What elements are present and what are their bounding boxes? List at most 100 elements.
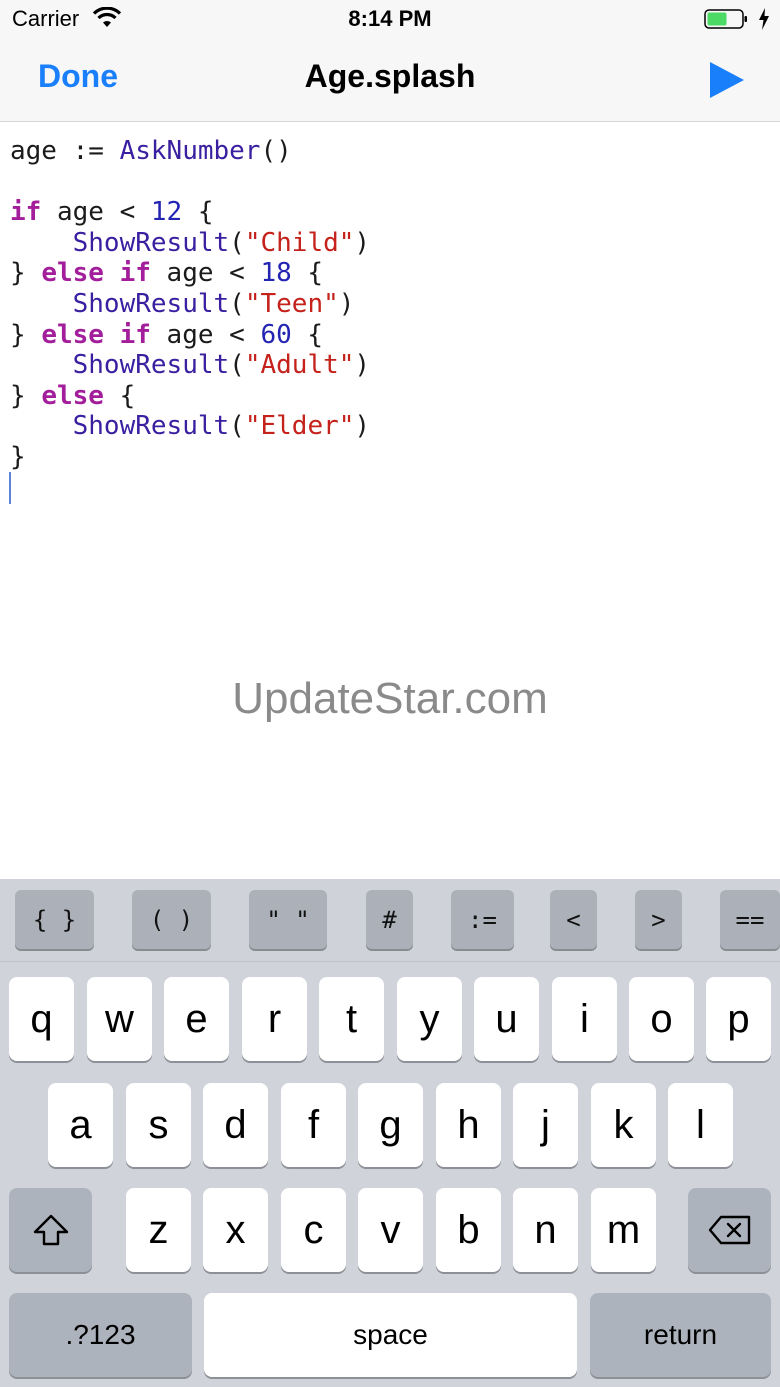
code-token: AskNumber: [119, 136, 261, 166]
key-z[interactable]: z: [126, 1188, 191, 1272]
code-token: }: [10, 319, 42, 350]
text-cursor: [9, 472, 11, 504]
key-y[interactable]: y: [397, 977, 462, 1061]
code-token: (: [229, 288, 245, 319]
code-token: (: [229, 411, 245, 442]
code-token: ): [354, 350, 371, 381]
accessory-key-quotes[interactable]: " ": [249, 890, 327, 949]
key-k[interactable]: k: [591, 1083, 656, 1167]
code-line: } else if age < 60 {: [10, 320, 370, 351]
key-g[interactable]: g: [358, 1083, 423, 1167]
keyboard: { } ( ) " " # := < > == q w e r t y u i …: [0, 879, 780, 1387]
accessory-key-hash[interactable]: #: [366, 890, 413, 949]
code-token: if: [10, 197, 42, 228]
numbers-key[interactable]: .?123: [9, 1293, 192, 1377]
code-token: }: [10, 441, 26, 472]
code-token: "Teen": [244, 288, 339, 319]
code-text[interactable]: age := AskNumber() if age < 12 { ShowRes…: [10, 136, 370, 473]
code-line: ShowResult("Elder"): [10, 411, 370, 442]
code-line: } else if age < 18 {: [10, 258, 370, 289]
accessory-key-parens[interactable]: ( ): [132, 890, 211, 949]
key-x[interactable]: x: [203, 1188, 268, 1272]
code-token: ): [354, 227, 371, 258]
code-token: age :=: [10, 136, 120, 166]
code-token: "Elder": [244, 411, 355, 442]
code-token: ShowResult: [72, 350, 230, 381]
code-token: }: [10, 380, 42, 411]
return-key[interactable]: return: [590, 1293, 771, 1377]
key-a[interactable]: a: [48, 1083, 113, 1167]
code-token: ShowResult: [72, 411, 230, 442]
key-o[interactable]: o: [629, 977, 694, 1061]
code-token: {: [103, 380, 136, 411]
code-token: 18: [260, 258, 292, 289]
key-c[interactable]: c: [281, 1188, 346, 1272]
key-u[interactable]: u: [474, 977, 539, 1061]
status-bar: Carrier 8:14 PM: [0, 0, 780, 40]
code-token: ShowResult: [72, 227, 230, 258]
play-icon[interactable]: [706, 60, 746, 100]
shift-icon: [33, 1214, 68, 1246]
shift-key[interactable]: [9, 1188, 92, 1272]
delete-key[interactable]: [688, 1188, 771, 1272]
code-token: ): [338, 288, 355, 319]
code-line: } else {: [10, 381, 370, 412]
key-j[interactable]: j: [513, 1083, 578, 1167]
key-q[interactable]: q: [9, 977, 74, 1061]
key-n[interactable]: n: [513, 1188, 578, 1272]
code-token: age <: [150, 319, 261, 350]
key-t[interactable]: t: [319, 977, 384, 1061]
accessory-key-equals[interactable]: ==: [720, 890, 780, 949]
code-line: }: [10, 442, 370, 473]
code-token: (: [229, 227, 245, 258]
code-token: (: [229, 350, 245, 381]
code-token: 12: [150, 197, 183, 228]
code-accessory-bar: { } ( ) " " # := < > ==: [0, 879, 780, 962]
code-token: ShowResult: [72, 288, 230, 319]
code-line: age := AskNumber(): [10, 136, 370, 167]
key-d[interactable]: d: [203, 1083, 268, 1167]
key-i[interactable]: i: [552, 977, 617, 1061]
key-h[interactable]: h: [436, 1083, 501, 1167]
code-token: age <: [150, 258, 261, 289]
code-token: {: [291, 258, 324, 289]
code-token: (): [260, 136, 292, 166]
code-token: else if: [41, 258, 151, 289]
delete-icon: [708, 1215, 750, 1245]
code-line: ShowResult("Teen"): [10, 289, 370, 320]
key-w[interactable]: w: [87, 977, 152, 1061]
key-l[interactable]: l: [668, 1083, 733, 1167]
key-m[interactable]: m: [591, 1188, 656, 1272]
code-token: ): [354, 411, 371, 442]
accessory-key-braces[interactable]: { }: [15, 890, 94, 949]
key-e[interactable]: e: [164, 977, 229, 1061]
key-s[interactable]: s: [126, 1083, 191, 1167]
code-editor[interactable]: age := AskNumber() if age < 12 { ShowRes…: [0, 122, 780, 879]
key-p[interactable]: p: [706, 977, 771, 1061]
accessory-key-assign[interactable]: :=: [451, 890, 514, 949]
watermark: UpdateStar.com: [232, 674, 548, 723]
accessory-key-less-than[interactable]: <: [550, 890, 597, 949]
code-token: "Adult": [244, 350, 355, 381]
space-key[interactable]: space: [204, 1293, 577, 1377]
key-f[interactable]: f: [281, 1083, 346, 1167]
accessory-key-greater-than[interactable]: >: [635, 890, 682, 949]
code-token: else if: [41, 319, 151, 350]
key-b[interactable]: b: [436, 1188, 501, 1272]
status-time: 8:14 PM: [348, 6, 432, 31]
charging-icon: [759, 8, 769, 30]
battery-icon: [704, 9, 747, 29]
code-token: }: [10, 258, 42, 289]
code-token: else: [41, 380, 104, 411]
code-token: 60: [260, 319, 292, 350]
code-line: if age < 12 {: [10, 197, 370, 228]
key-v[interactable]: v: [358, 1188, 423, 1272]
code-token: {: [291, 319, 324, 350]
key-r[interactable]: r: [242, 977, 307, 1061]
code-line: ShowResult("Child"): [10, 228, 370, 259]
code-token: {: [182, 197, 214, 228]
nav-bar: Done Age.splash: [0, 40, 780, 122]
